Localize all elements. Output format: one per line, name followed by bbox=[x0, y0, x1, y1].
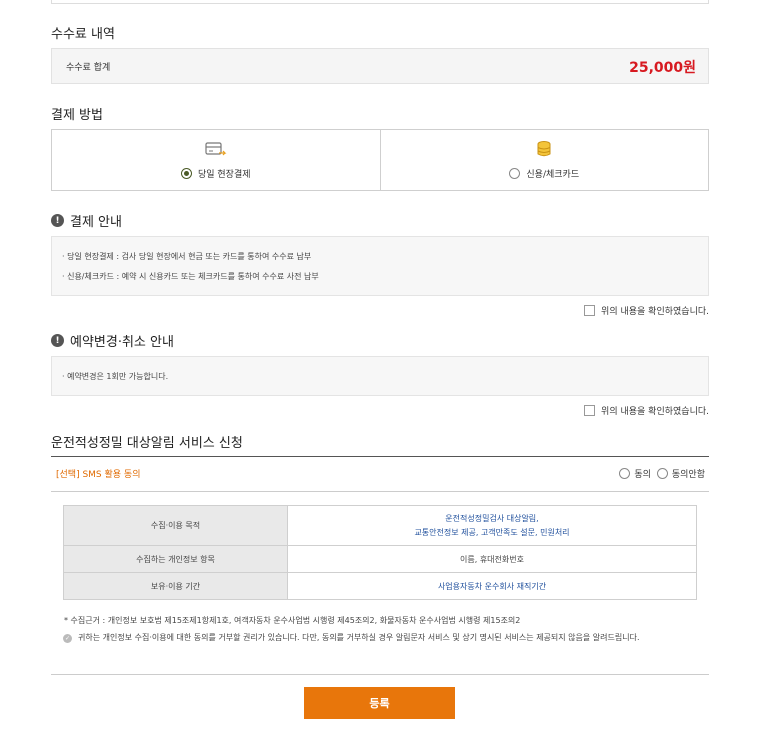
sms-consent-label: [선택] SMS 활용 동의 bbox=[56, 470, 141, 480]
change-notice-confirm[interactable]: 위의 내용을 확인하였습니다. bbox=[584, 404, 709, 417]
payment-notice-heading: ! 결제 안내 bbox=[51, 211, 122, 230]
payment-confirm-label: 위의 내용을 확인하였습니다. bbox=[601, 307, 709, 317]
coin-stack-icon bbox=[537, 141, 551, 157]
fee-summary-box: 수수료 합계 25,000원 bbox=[51, 48, 709, 84]
payment-option-onsite[interactable]: 당일 현장결제 bbox=[52, 130, 380, 190]
table-value-cell: 운전적성정밀검사 대상알림, 교통안전정보 제공, 고객만족도 설문, 민원처리 bbox=[287, 505, 697, 546]
sms-agree-radio[interactable] bbox=[619, 468, 631, 479]
divider bbox=[51, 674, 709, 675]
change-confirm-label: 위의 내용을 확인하였습니다. bbox=[601, 407, 709, 417]
payment-notice-line: · 신용/체크카드 : 예약 시 신용카드 또는 체크카드를 통하여 수수료 사… bbox=[62, 272, 319, 281]
payment-onsite-label: 당일 현장결제 bbox=[197, 170, 251, 180]
divider bbox=[51, 456, 709, 457]
divider bbox=[51, 491, 709, 492]
table-value-cell: 사업용자동차 운수회사 재직기간 bbox=[287, 572, 697, 600]
payment-notice-box: · 당일 현장결제 : 검사 당일 현장에서 현금 또는 카드를 통하여 수수료… bbox=[51, 236, 709, 296]
payment-method-selector: 당일 현장결제 신용/체크카드 bbox=[51, 129, 709, 191]
payment-notice-line: · 당일 현장결제 : 검사 당일 현장에서 현금 또는 카드를 통하여 수수료… bbox=[62, 252, 312, 261]
payment-card-label: 신용/체크카드 bbox=[526, 170, 580, 180]
privacy-info-table: 수집·이용 목적 운전적성정밀검사 대상알림, 교통안전정보 제공, 고객만족도… bbox=[63, 505, 697, 600]
payment-confirm-checkbox[interactable] bbox=[584, 305, 596, 316]
sms-disagree-label: 동의안함 bbox=[671, 470, 705, 480]
table-row: 수집·이용 목적 운전적성정밀검사 대상알림, 교통안전정보 제공, 고객만족도… bbox=[63, 505, 697, 546]
check-icon: ✓ bbox=[63, 634, 72, 643]
alert-icon: ! bbox=[51, 214, 64, 227]
purpose-line: 운전적성정밀검사 대상알림, bbox=[445, 514, 539, 523]
table-value-cell: 이름, 휴대전화번호 bbox=[287, 545, 697, 573]
refusal-notice: ✓ 귀하는 개인정보 수집·이용에 대한 동의를 거부할 권리가 있습니다. 다… bbox=[63, 632, 703, 644]
fee-total-value: 25,000원 bbox=[629, 60, 696, 76]
sms-agree-option[interactable]: 동의 bbox=[619, 467, 651, 480]
sms-agree-label: 동의 bbox=[634, 470, 651, 480]
previous-section-frame bbox=[51, 0, 709, 4]
payment-section-title: 결제 방법 bbox=[51, 108, 103, 123]
legal-basis-footnote: * 수집근거 : 개인정보 보호법 제15조제1항제1호, 여객자동차 운수사업… bbox=[64, 616, 521, 625]
change-notice-box: · 예약변경은 1회만 가능합니다. bbox=[51, 356, 709, 396]
alert-icon: ! bbox=[51, 334, 64, 347]
change-notice-heading: ! 예약변경·취소 안내 bbox=[51, 331, 174, 350]
payment-notice-title: 결제 안내 bbox=[70, 215, 122, 230]
change-notice-title: 예약변경·취소 안내 bbox=[70, 335, 174, 350]
sms-disagree-radio[interactable] bbox=[656, 468, 668, 479]
change-notice-line: · 예약변경은 1회만 가능합니다. bbox=[62, 372, 169, 381]
table-header-cell: 보유·이용 기간 bbox=[63, 572, 288, 600]
payment-option-card[interactable]: 신용/체크카드 bbox=[379, 130, 709, 190]
payment-onsite-radio[interactable] bbox=[180, 168, 192, 179]
table-row: 수집하는 개인정보 항목 이름, 휴대전화번호 bbox=[63, 545, 697, 573]
payment-card-radio[interactable] bbox=[509, 168, 521, 179]
service-section-title: 운전적성정밀 대상알림 서비스 신청 bbox=[51, 436, 243, 451]
table-row: 보유·이용 기간 사업용자동차 운수회사 재직기간 bbox=[63, 572, 697, 600]
card-icon bbox=[205, 142, 227, 156]
fee-total-label: 수수료 합계 bbox=[66, 63, 111, 73]
purpose-line: 교통안전정보 제공, 고객만족도 설문, 민원처리 bbox=[414, 528, 570, 537]
payment-notice-confirm[interactable]: 위의 내용을 확인하였습니다. bbox=[584, 304, 709, 317]
refusal-notice-text: 귀하는 개인정보 수집·이용에 대한 동의를 거부할 권리가 있습니다. 다만,… bbox=[78, 633, 640, 642]
register-button[interactable]: 등록 bbox=[304, 687, 455, 719]
change-confirm-checkbox[interactable] bbox=[584, 405, 596, 416]
table-header-cell: 수집·이용 목적 bbox=[63, 505, 288, 546]
table-header-cell: 수집하는 개인정보 항목 bbox=[63, 545, 288, 573]
sms-consent-options: 동의 동의안함 bbox=[613, 467, 705, 480]
fee-section-title: 수수료 내역 bbox=[51, 27, 115, 42]
sms-disagree-option[interactable]: 동의안함 bbox=[656, 467, 705, 480]
